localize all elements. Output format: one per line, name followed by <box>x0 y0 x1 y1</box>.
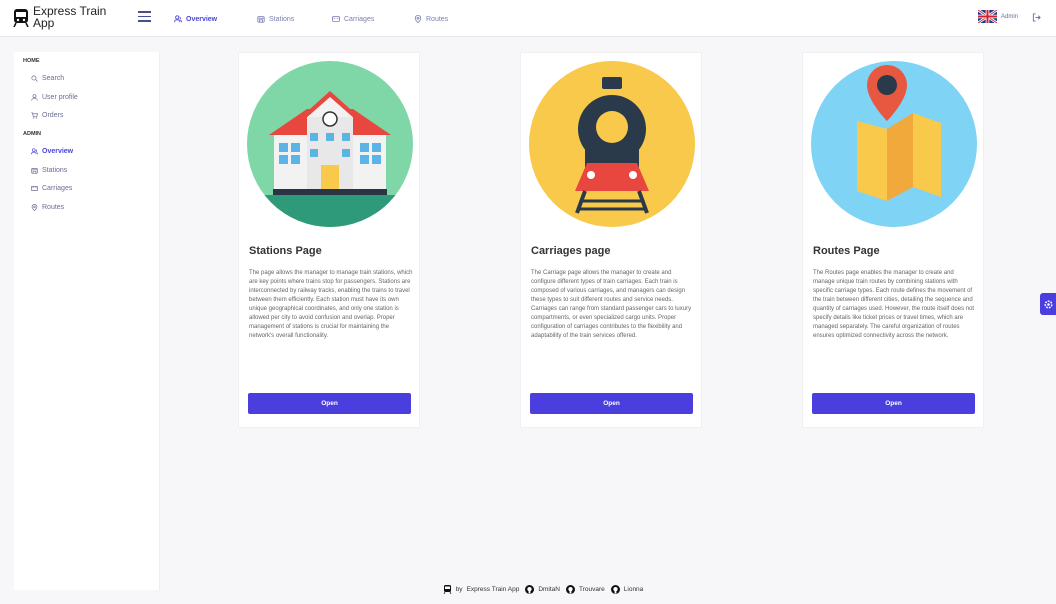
github-icon[interactable] <box>525 584 535 594</box>
pin-icon <box>414 15 422 23</box>
carriage-icon <box>332 16 340 22</box>
card-title: Routes Page <box>813 245 880 257</box>
footer-app-name: Express Train App <box>466 585 520 593</box>
menu-toggle-button[interactable] <box>138 11 151 23</box>
carriages-card: Carriages page The Carriage page allows … <box>520 52 702 428</box>
nav-stations[interactable]: Stations <box>257 13 294 25</box>
footer-author-link[interactable]: Trouvare <box>579 586 605 593</box>
sidebar-item-label: Carriages <box>42 185 73 192</box>
search-icon <box>31 75 38 82</box>
sidebar-item-overview[interactable]: Overview <box>31 148 73 155</box>
logout-icon[interactable] <box>1032 13 1041 22</box>
locomotive-illustration <box>529 61 695 227</box>
sidebar-item-user-profile[interactable]: User profile <box>31 94 78 101</box>
open-routes-button[interactable]: Open <box>812 393 975 414</box>
pin-icon <box>31 204 38 211</box>
station-illustration <box>247 61 413 227</box>
nav-routes-label: Routes <box>426 15 449 23</box>
footer-author-link[interactable]: DmitaN <box>538 586 560 593</box>
sidebar-item-label: Orders <box>42 112 64 119</box>
nav-stations-label: Stations <box>269 15 295 23</box>
footer-author-link[interactable]: Lionna <box>624 586 644 593</box>
map-illustration <box>811 61 977 227</box>
nav-carriages[interactable]: Carriages <box>332 13 374 25</box>
carriage-icon <box>31 186 38 191</box>
card-title: Carriages page <box>531 245 611 257</box>
app-title[interactable]: Express Train App <box>33 5 123 29</box>
train-logo-icon <box>443 584 452 594</box>
station-icon <box>257 16 265 23</box>
settings-gear-button[interactable] <box>1040 293 1056 315</box>
sidebar: HOME Search User profile Orders ADMIN Ov… <box>14 52 160 590</box>
sidebar-item-label: User profile <box>42 94 78 101</box>
cart-icon <box>31 112 38 119</box>
sidebar-item-label: Search <box>42 75 65 82</box>
gear-icon <box>1043 299 1053 309</box>
sidebar-item-stations[interactable]: Stations <box>31 167 67 174</box>
sidebar-section-admin: ADMIN <box>23 131 42 137</box>
sidebar-item-search[interactable]: Search <box>31 75 64 82</box>
sidebar-item-carriages[interactable]: Carriages <box>31 185 72 192</box>
station-icon <box>31 168 38 174</box>
sidebar-section-home: HOME <box>23 58 40 64</box>
nav-overview[interactable]: Overview <box>174 13 217 25</box>
sidebar-item-label: Overview <box>42 148 74 155</box>
footer-by: by <box>455 585 463 593</box>
footer: by Express Train App DmitaN Trouvare Lio… <box>0 579 1056 599</box>
sidebar-item-routes[interactable]: Routes <box>31 204 64 211</box>
user-name[interactable]: Admin <box>1001 14 1018 20</box>
sidebar-item-label: Routes <box>42 204 65 211</box>
nav-overview-label: Overview <box>186 15 218 23</box>
github-icon[interactable] <box>610 584 620 594</box>
card-description: The Routes page enables the manager to c… <box>813 270 975 339</box>
card-description: The Carriage page allows the manager to … <box>531 270 692 339</box>
github-icon[interactable] <box>565 584 575 594</box>
card-title: Stations Page <box>249 245 322 257</box>
users-icon <box>174 15 182 23</box>
uk-flag-icon[interactable] <box>978 10 997 23</box>
open-carriages-button[interactable]: Open <box>530 393 693 414</box>
user-icon <box>31 94 38 101</box>
stations-card: Stations Page The page allows the manage… <box>238 52 420 428</box>
open-stations-button[interactable]: Open <box>248 393 411 414</box>
app-header: Express Train App Overview Stations Carr… <box>0 0 1056 37</box>
users-icon <box>31 148 38 155</box>
sidebar-item-label: Stations <box>42 167 68 174</box>
card-description: The page allows the manager to manage tr… <box>249 270 413 339</box>
sidebar-item-orders[interactable]: Orders <box>31 112 63 119</box>
nav-routes[interactable]: Routes <box>414 13 448 25</box>
routes-card: Routes Page The Routes page enables the … <box>802 52 984 428</box>
nav-carriages-label: Carriages <box>344 15 375 23</box>
train-logo-icon <box>13 9 29 27</box>
